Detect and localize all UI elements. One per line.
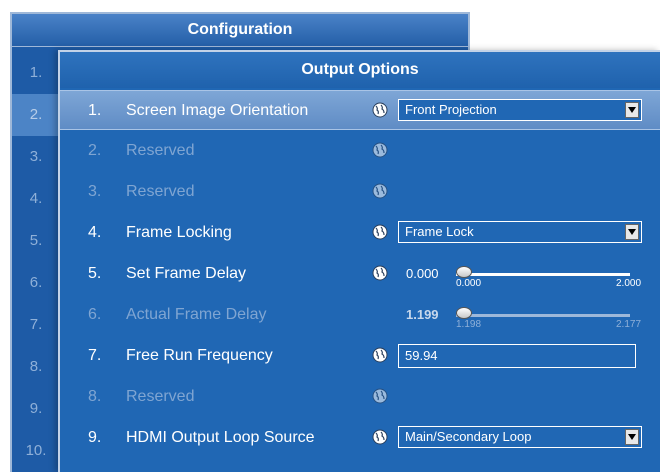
option-dropdown[interactable]: Main/Secondary Loop: [398, 426, 642, 448]
option-row: 6. Actual Frame Delay 1.199 1.198 2.177: [60, 295, 660, 335]
globe-icon[interactable]: [372, 265, 388, 281]
option-label: Screen Image Orientation: [126, 102, 309, 119]
option-row[interactable]: 9. HDMI Output Loop Source Main/Secondary …: [60, 418, 660, 458]
option-label: Actual Frame Delay: [126, 306, 267, 323]
option-row: 2. Reserved: [60, 131, 660, 171]
config-item-number[interactable]: 10.: [12, 430, 60, 472]
chevron-down-icon[interactable]: [625, 102, 639, 118]
globe-icon: [372, 183, 388, 199]
config-item-number[interactable]: 6.: [12, 262, 60, 304]
chevron-down-icon[interactable]: [625, 429, 639, 445]
option-number: 8.: [88, 388, 102, 405]
config-item-number[interactable]: 3.: [12, 136, 60, 178]
slider-value: 0.000: [406, 266, 439, 281]
config-item-number[interactable]: 9.: [12, 388, 60, 430]
config-item-number[interactable]: 4.: [12, 178, 60, 220]
dropdown-value: Main/Secondary Loop: [405, 429, 532, 444]
option-label: Reserved: [126, 142, 195, 159]
text-field-value: 59.94: [405, 348, 438, 363]
option-label: Reserved: [126, 183, 195, 200]
option-label: Frame Locking: [126, 224, 232, 241]
slider-thumb: [456, 307, 472, 319]
output-options-title: Output Options: [60, 52, 660, 88]
option-label: Reserved: [126, 388, 195, 405]
globe-icon: [372, 142, 388, 158]
config-item-number[interactable]: 5.: [12, 220, 60, 262]
output-options-panel: Output Options 1. Screen Image Orientatio…: [58, 50, 660, 472]
option-number: 4.: [88, 224, 102, 241]
slider-min-label: 1.198: [456, 319, 482, 330]
option-number: 7.: [88, 347, 102, 364]
globe-icon[interactable]: [372, 429, 388, 445]
chevron-down-icon[interactable]: [625, 224, 639, 240]
dropdown-value: Front Projection: [405, 102, 497, 117]
option-label: Free Run Frequency: [126, 347, 273, 364]
option-number: 9.: [88, 429, 102, 446]
slider-max-label: 2.177: [616, 319, 642, 330]
globe-icon: [372, 388, 388, 404]
option-row: 3. Reserved: [60, 172, 660, 212]
option-dropdown[interactable]: Frame Lock: [398, 221, 642, 243]
dropdown-value: Frame Lock: [405, 224, 474, 239]
slider-track: [456, 314, 630, 317]
option-row[interactable]: 7. Free Run Frequency 59.94: [60, 336, 660, 376]
option-number: 2.: [88, 142, 102, 159]
slider-value: 1.199: [406, 307, 439, 322]
globe-icon[interactable]: [372, 347, 388, 363]
option-number: 1.: [88, 102, 102, 119]
slider-thumb[interactable]: [456, 266, 472, 278]
option-dropdown[interactable]: Front Projection: [398, 99, 642, 121]
option-number: 5.: [88, 265, 102, 282]
configuration-title: Configuration: [12, 14, 468, 47]
globe-icon[interactable]: [372, 224, 388, 240]
option-row: 8. Reserved: [60, 377, 660, 417]
slider-min-label: 0.000: [456, 278, 482, 289]
config-item-number[interactable]: 2.: [12, 94, 60, 136]
option-number: 6.: [88, 306, 102, 323]
config-item-number[interactable]: 8.: [12, 346, 60, 388]
option-label: Set Frame Delay: [126, 265, 247, 282]
config-item-number[interactable]: 7.: [12, 304, 60, 346]
config-item-number[interactable]: 1.: [12, 52, 60, 94]
option-row[interactable]: 4. Frame Locking Frame Lock: [60, 213, 660, 253]
slider-max-label: 2.000: [616, 278, 642, 289]
option-text-field[interactable]: 59.94: [398, 344, 636, 368]
option-row[interactable]: 5. Set Frame Delay 0.000 0.000 2.000: [60, 254, 660, 294]
option-label: HDMI Output Loop Source: [126, 429, 315, 446]
slider-track[interactable]: [456, 273, 630, 276]
option-number: 3.: [88, 183, 102, 200]
option-row[interactable]: 1. Screen Image Orientation Front Projecti…: [60, 90, 660, 130]
globe-icon[interactable]: [372, 102, 388, 118]
